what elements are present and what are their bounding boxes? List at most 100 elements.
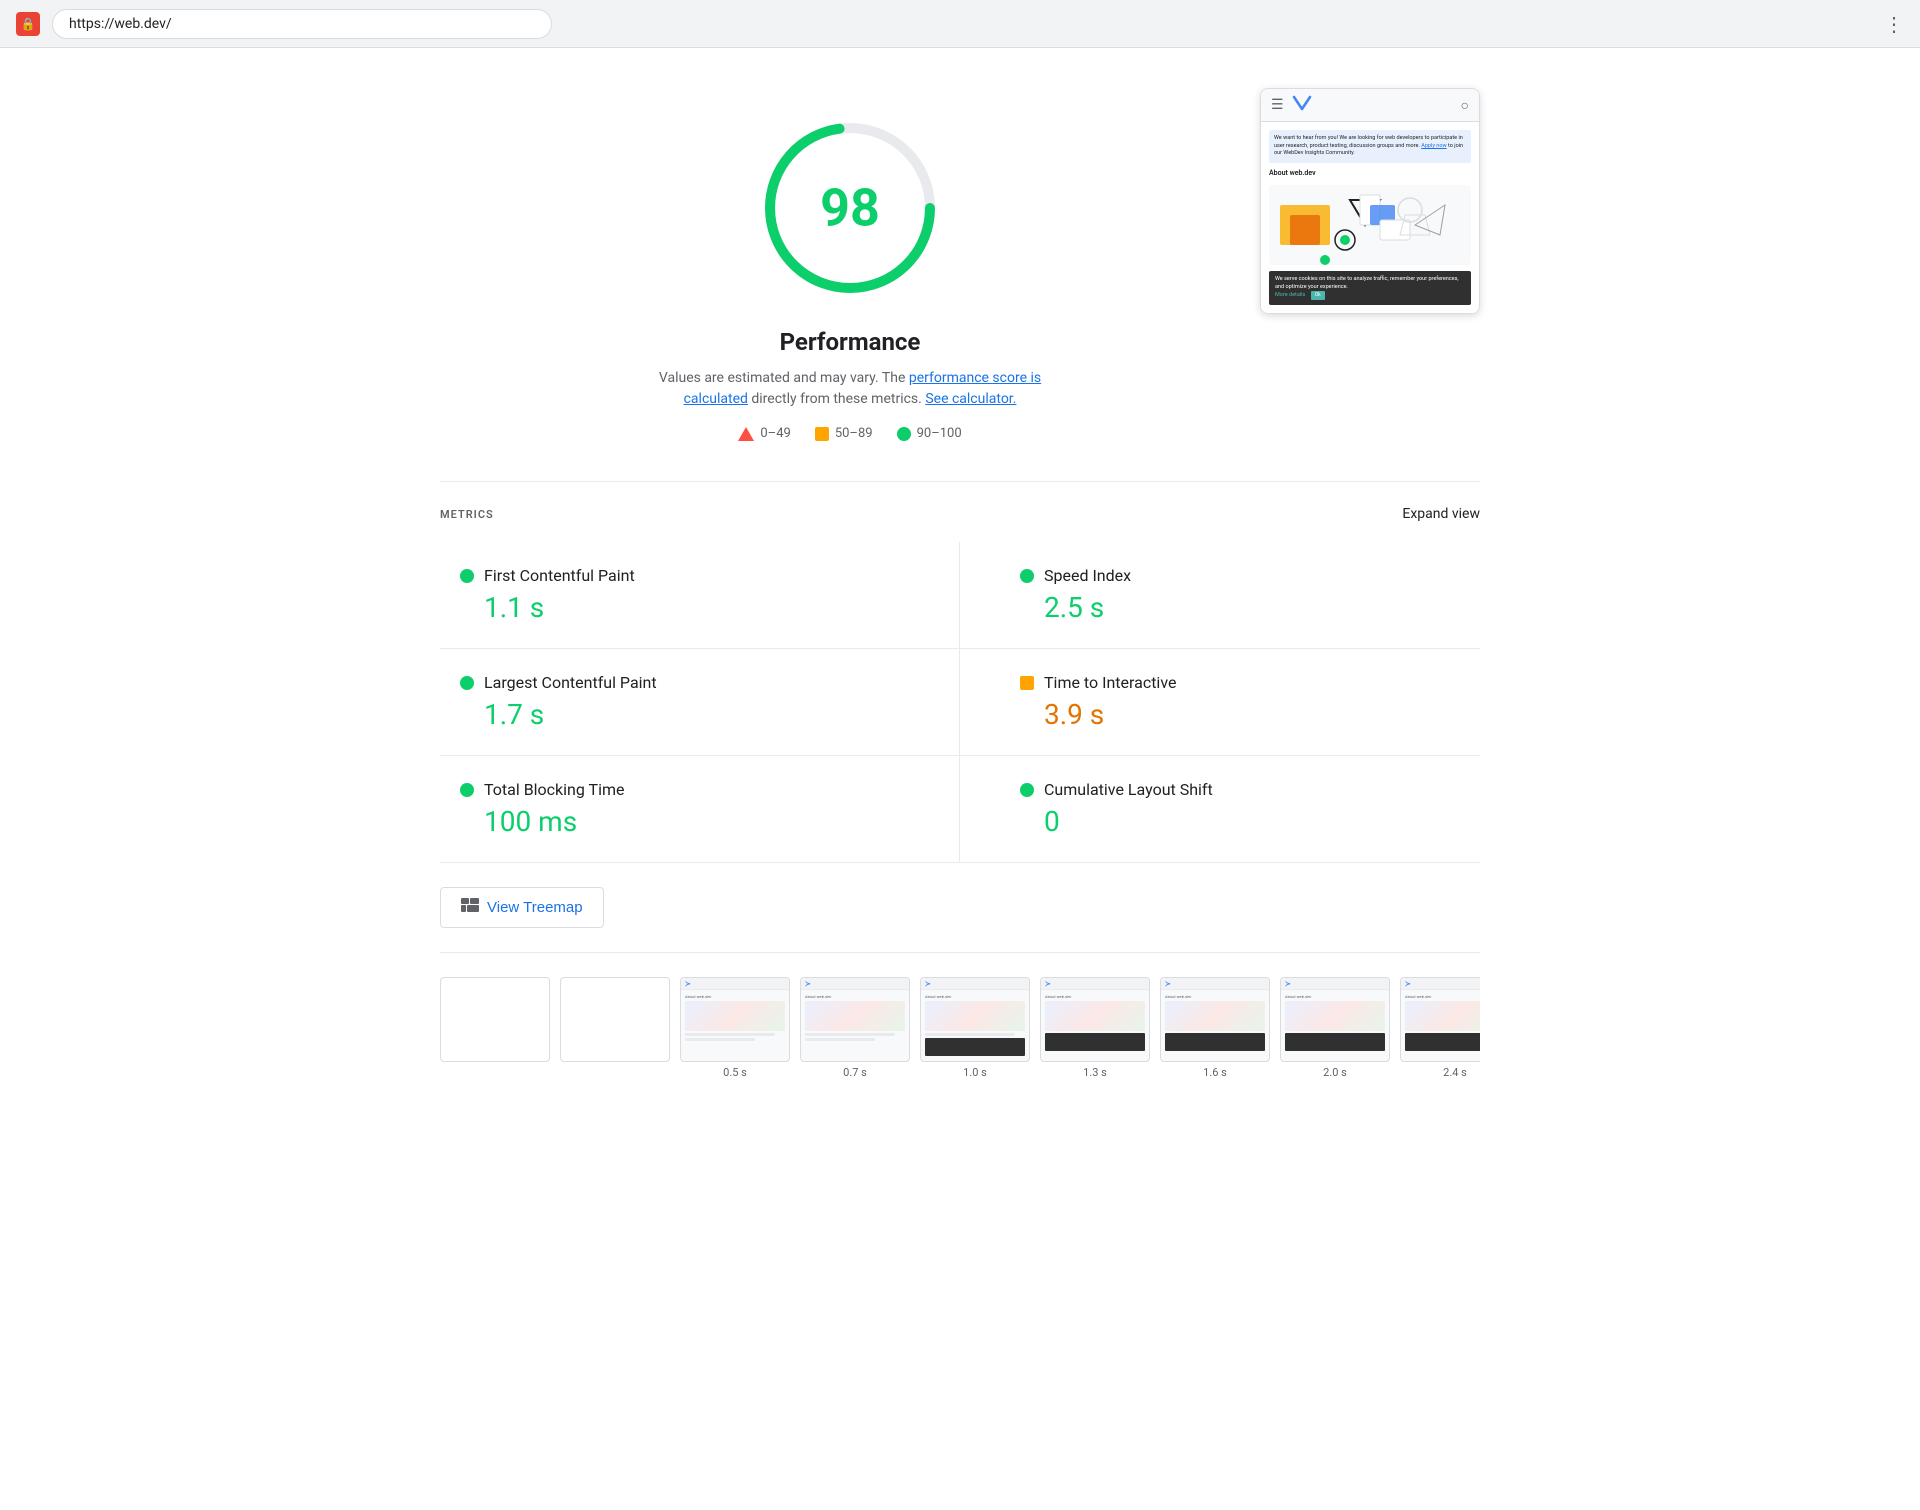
metric-name-row-lcp: Largest Contentful Paint — [460, 673, 899, 692]
filmstrip-thumb-0 — [440, 977, 550, 1062]
filmstrip-time-8: 2.4 s — [1400, 1066, 1480, 1079]
banner-link[interactable]: Apply now — [1421, 143, 1446, 149]
browser-menu-button[interactable]: ⋮ — [1884, 12, 1904, 36]
filmstrip-thumb-5: ≻ About web.dev — [1040, 977, 1150, 1062]
browser-bar: 🔒 https://web.dev/ ⋮ — [0, 0, 1920, 48]
legend-poor: 0–49 — [738, 426, 790, 441]
cookie-ok: Ok — [1311, 291, 1325, 300]
filmstrip-thumb-6: ≻ About web.dev — [1160, 977, 1270, 1062]
treemap-icon — [461, 898, 479, 917]
filmstrip-time-4: 1.0 s — [920, 1066, 1030, 1079]
metric-cumulative-layout-shift: Cumulative Layout Shift 0 — [960, 756, 1480, 863]
screenshot-preview: ☰ ○ We want to hear from you! We are loo… — [1260, 88, 1480, 314]
treemap-btn-label: View Treemap — [487, 899, 583, 916]
filmstrip-frame-4: ≻ About web.dev 1.0 s — [920, 977, 1030, 1079]
si-name: Speed Index — [1044, 566, 1131, 585]
fcp-name: First Contentful Paint — [484, 566, 635, 585]
page-content: 98 Performance Values are estimated and … — [360, 48, 1560, 1143]
screenshot-banner: We want to hear from you! We are looking… — [1269, 130, 1471, 163]
metric-speed-index: Speed Index 2.5 s — [960, 542, 1480, 649]
screenshot-cookie-bar: We serve cookies on this site to analyze… — [1269, 271, 1471, 305]
metrics-header: METRICS Expand view — [440, 506, 1480, 522]
filmstrip-section: ≻ About web.dev 0.5 s ≻ — [440, 953, 1480, 1103]
subtitle-text: Values are estimated and may vary. The — [659, 370, 909, 386]
filmstrip-time-2: 0.5 s — [680, 1066, 790, 1079]
filmstrip-time-7: 2.0 s — [1280, 1066, 1390, 1079]
lcp-value: 1.7 s — [484, 698, 899, 731]
fcp-dot — [460, 569, 474, 583]
filmstrip-thumb-8: ≻ About web.dev — [1400, 977, 1480, 1062]
good-icon — [897, 427, 911, 441]
tti-value: 3.9 s — [1044, 698, 1460, 731]
filmstrip-frame-3: ≻ About web.dev 0.7 s — [800, 977, 910, 1079]
subtitle-mid: directly from these metrics. — [748, 391, 925, 407]
fcp-value: 1.1 s — [484, 591, 899, 624]
screenshot-top-bar: ☰ ○ — [1261, 89, 1479, 122]
lcp-name: Largest Contentful Paint — [484, 673, 657, 692]
performance-gauge: 98 — [750, 108, 950, 308]
metric-name-row-tbt: Total Blocking Time — [460, 780, 899, 799]
metric-largest-contentful-paint: Largest Contentful Paint 1.7 s — [440, 649, 960, 756]
tti-name: Time to Interactive — [1044, 673, 1176, 692]
section-divider — [440, 481, 1480, 482]
tbt-dot — [460, 783, 474, 797]
performance-subtitle: Values are estimated and may vary. The p… — [640, 368, 1060, 410]
filmstrip-frame-1 — [560, 977, 670, 1079]
screenshot-menu-icon: ☰ — [1271, 97, 1284, 113]
metric-name-row-si: Speed Index — [1020, 566, 1460, 585]
filmstrip-thumb-2: ≻ About web.dev — [680, 977, 790, 1062]
metrics-label: METRICS — [440, 508, 494, 521]
view-treemap-button[interactable]: View Treemap — [440, 887, 604, 928]
average-label: 50–89 — [835, 426, 873, 441]
filmstrip-frame-0 — [440, 977, 550, 1079]
tbt-name: Total Blocking Time — [484, 780, 624, 799]
score-left: 98 Performance Values are estimated and … — [440, 88, 1260, 441]
browser-favicon: 🔒 — [16, 12, 40, 36]
tti-dot — [1020, 676, 1034, 690]
average-icon — [815, 427, 829, 441]
cls-value: 0 — [1044, 805, 1460, 838]
metrics-grid: First Contentful Paint 1.1 s Speed Index… — [440, 542, 1480, 863]
filmstrip-thumb-1 — [560, 977, 670, 1062]
tbt-value: 100 ms — [484, 805, 899, 838]
url-bar[interactable]: https://web.dev/ — [52, 9, 552, 39]
screenshot-illustration — [1269, 185, 1471, 265]
legend-good: 90–100 — [897, 426, 962, 441]
poor-icon — [738, 427, 754, 441]
good-label: 90–100 — [917, 426, 962, 441]
metric-total-blocking-time: Total Blocking Time 100 ms — [440, 756, 960, 863]
filmstrip-thumb-7: ≻ About web.dev — [1280, 977, 1390, 1062]
legend-average: 50–89 — [815, 426, 873, 441]
screenshot-body: We want to hear from you! We are looking… — [1261, 122, 1479, 313]
si-value: 2.5 s — [1044, 591, 1460, 624]
filmstrip-time-6: 1.6 s — [1160, 1066, 1270, 1079]
cookie-text: We serve cookies on this site to analyze… — [1275, 276, 1459, 290]
metric-name-row-tti: Time to Interactive — [1020, 673, 1460, 692]
lcp-dot — [460, 676, 474, 690]
filmstrip-thumb-4: ≻ About web.dev — [920, 977, 1030, 1062]
filmstrip-frame-5: ≻ About web.dev 1.3 s — [1040, 977, 1150, 1079]
metric-time-to-interactive: Time to Interactive 3.9 s — [960, 649, 1480, 756]
screenshot-logo — [1292, 95, 1312, 115]
filmstrip: ≻ About web.dev 0.5 s ≻ — [440, 977, 1480, 1079]
filmstrip-time-3: 0.7 s — [800, 1066, 910, 1079]
expand-view-button[interactable]: Expand view — [1402, 506, 1480, 522]
filmstrip-frame-6: ≻ About web.dev 1.6 s — [1160, 977, 1270, 1079]
cookie-link: More details — [1275, 292, 1305, 298]
cls-name: Cumulative Layout Shift — [1044, 780, 1213, 799]
filmstrip-time-5: 1.3 s — [1040, 1066, 1150, 1079]
score-section: 98 Performance Values are estimated and … — [440, 88, 1480, 441]
treemap-section: View Treemap — [440, 863, 1480, 953]
cls-dot — [1020, 783, 1034, 797]
filmstrip-frame-8: ≻ About web.dev 2.4 s — [1400, 977, 1480, 1079]
performance-score: 98 — [820, 178, 880, 239]
poor-label: 0–49 — [760, 426, 790, 441]
screenshot-about: About web.dev — [1269, 169, 1471, 179]
metric-name-row-fcp: First Contentful Paint — [460, 566, 899, 585]
screenshot-search-icon: ○ — [1461, 97, 1469, 114]
score-legend: 0–49 50–89 90–100 — [440, 426, 1260, 441]
si-dot — [1020, 569, 1034, 583]
calculator-link[interactable]: See calculator. — [925, 391, 1016, 407]
filmstrip-frame-2: ≻ About web.dev 0.5 s — [680, 977, 790, 1079]
performance-title: Performance — [440, 328, 1260, 356]
